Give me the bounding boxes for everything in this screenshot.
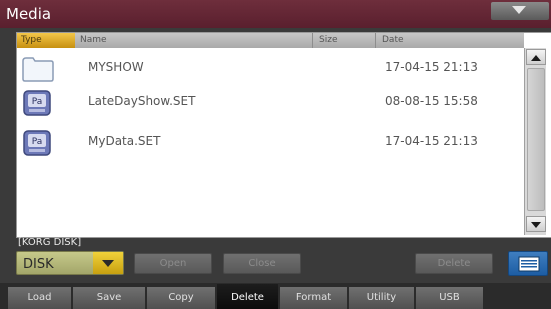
column-header-size[interactable]: Size — [319, 35, 337, 45]
file-row[interactable]: Pa MyData.SET 17-04-15 21:13 — [17, 126, 524, 160]
tab-usb[interactable]: USB — [416, 287, 484, 309]
tab-bar: Load Save Copy Delete Format Utility USB — [0, 283, 551, 309]
column-divider — [375, 33, 376, 48]
file-date: 08-08-15 15:58 — [385, 94, 478, 108]
settings-button[interactable] — [508, 251, 548, 276]
arrow-up-icon — [531, 55, 541, 61]
set-file-icon: Pa — [23, 90, 51, 116]
file-name: LateDayShow.SET — [88, 94, 196, 108]
tab-delete[interactable]: Delete — [217, 284, 279, 309]
device-selected-value: DISK — [23, 257, 54, 272]
scroll-up-button[interactable] — [526, 49, 546, 65]
tab-copy[interactable]: Copy — [147, 287, 216, 309]
scroll-thumb[interactable] — [527, 68, 545, 211]
file-name: MYSHOW — [88, 60, 144, 74]
close-button[interactable]: Close — [223, 253, 301, 274]
file-list-header: Type Name Size Date — [17, 33, 524, 48]
scroll-down-button[interactable] — [526, 216, 546, 232]
svg-text:Pa: Pa — [32, 137, 43, 147]
device-select[interactable]: DISK — [16, 251, 124, 275]
column-header-date[interactable]: Date — [382, 35, 404, 45]
file-row[interactable]: MYSHOW 17-04-15 21:13 — [17, 52, 524, 86]
menu-arrow-icon — [512, 6, 526, 14]
file-row[interactable]: Pa LateDayShow.SET 08-08-15 15:58 — [17, 86, 524, 120]
file-date: 17-04-15 21:13 — [385, 134, 478, 148]
device-dropdown-button[interactable] — [93, 252, 123, 274]
tab-utility[interactable]: Utility — [349, 287, 415, 309]
delete-button[interactable]: Delete — [415, 253, 493, 274]
arrow-down-icon — [531, 222, 541, 228]
folder-icon — [22, 57, 54, 82]
svg-text:Pa: Pa — [32, 97, 43, 107]
open-button[interactable]: Open — [134, 253, 212, 274]
window-title: Media — [6, 5, 52, 23]
file-list: Type Name Size Date MYSHOW 17-04-15 21:1… — [16, 32, 551, 238]
set-file-icon: Pa — [23, 130, 51, 156]
vertical-scrollbar[interactable] — [524, 48, 546, 235]
title-bar: Media — [0, 0, 551, 28]
file-name: MyData.SET — [88, 134, 161, 148]
tab-format[interactable]: Format — [280, 287, 348, 309]
tab-load[interactable]: Load — [8, 287, 72, 309]
list-view-icon — [518, 256, 540, 272]
device-label: [KORG DISK] — [18, 237, 82, 248]
column-header-type[interactable]: Type — [17, 33, 75, 48]
file-date: 17-04-15 21:13 — [385, 60, 478, 74]
page-menu-button[interactable] — [491, 2, 549, 20]
column-divider — [312, 33, 313, 48]
tab-save[interactable]: Save — [73, 287, 146, 309]
column-header-name[interactable]: Name — [80, 35, 107, 45]
chevron-down-icon — [102, 260, 114, 267]
